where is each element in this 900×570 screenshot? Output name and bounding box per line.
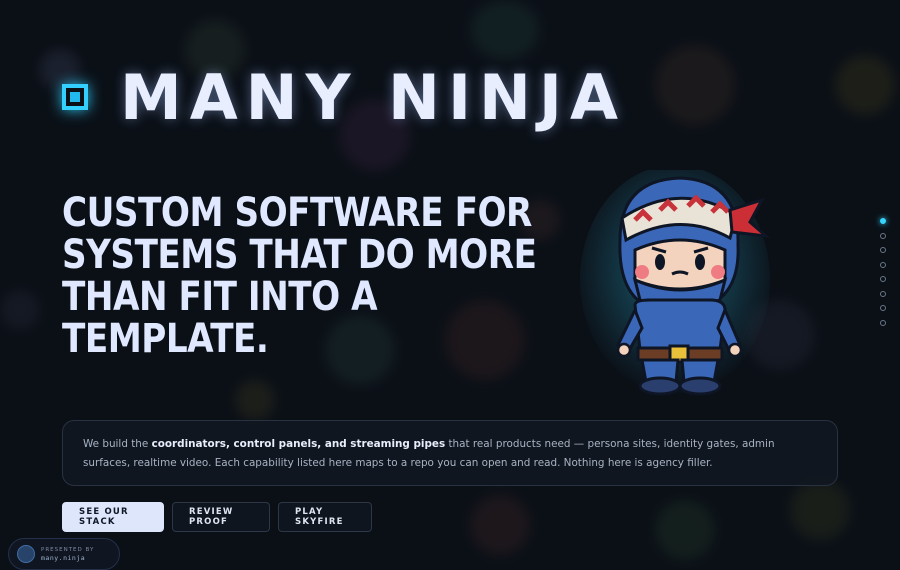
pager-dot-6[interactable] [880, 290, 886, 297]
ninja-mascot-illustration [580, 165, 771, 400]
ninja-avatar-icon [17, 545, 35, 563]
pager-dot-2[interactable] [880, 232, 886, 239]
pager-dot-5[interactable] [880, 276, 886, 282]
section-pager [880, 218, 886, 326]
intro-text-emphasis: coordinators, control panels, and stream… [151, 438, 446, 450]
intro-text-start: We build the [83, 438, 152, 450]
headline-line-4: TEMPLATE. [62, 316, 269, 362]
headline-line-1: CUSTOM SOFTWARE FOR [62, 190, 532, 236]
headline-line-2: SYSTEMS THAT DO MORE [62, 232, 537, 278]
pager-dot-8[interactable] [880, 319, 886, 326]
hero-headline: CUSTOM SOFTWARE FOR SYSTEMS THAT DO MORE… [62, 190, 537, 362]
pager-dot-3[interactable] [880, 247, 886, 253]
badge-line-1: PRESENTED BY [41, 547, 95, 553]
pager-dot-1[interactable] [880, 218, 886, 224]
badge-line-2: many.ninja [41, 554, 86, 562]
square-logo-icon [62, 84, 88, 110]
brand-title: MANY NINJA [120, 60, 626, 134]
play-skyfire-button[interactable]: PLAY SKYFIRE [278, 502, 372, 532]
review-proof-button[interactable]: REVIEW PROOF [172, 502, 270, 532]
presented-by-badge[interactable]: PRESENTED BY many.ninja [8, 538, 120, 570]
intro-panel: We build the coordinators, control panel… [62, 420, 838, 486]
pager-dot-7[interactable] [880, 305, 886, 311]
cta-buttons: SEE OUR STACK REVIEW PROOF PLAY SKYFIRE [62, 502, 372, 532]
headline-line-3: THAN FIT INTO A [62, 274, 378, 320]
brand-header: MANY NINJA [62, 60, 626, 134]
pager-dot-4[interactable] [880, 261, 886, 268]
see-our-stack-button[interactable]: SEE OUR STACK [62, 502, 164, 532]
